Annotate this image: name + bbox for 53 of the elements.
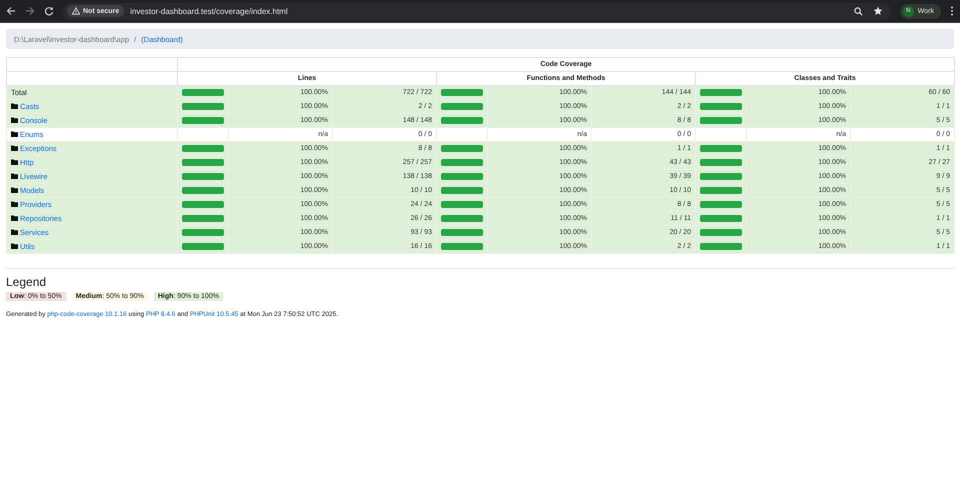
coverage-bar — [700, 145, 742, 152]
coverage-bar — [700, 215, 742, 222]
coverage-bar — [182, 159, 224, 166]
coverage-bar — [700, 187, 742, 194]
warning-icon — [72, 7, 80, 15]
coverage-bar — [441, 173, 483, 180]
coverage-bar — [441, 229, 483, 236]
coverage-bar — [182, 243, 224, 250]
folder-icon — [11, 187, 18, 194]
coverage-bar — [700, 117, 742, 124]
star-icon[interactable] — [872, 6, 883, 16]
folder-icon — [11, 103, 18, 110]
coverage-bar — [182, 215, 224, 222]
coverage-bar — [182, 173, 224, 180]
zoom-icon[interactable] — [854, 6, 863, 16]
folder-icon — [11, 201, 18, 208]
folder-icon — [11, 243, 18, 250]
coverage-bar — [441, 159, 483, 166]
coverage-bar — [441, 243, 483, 250]
coverage-bar — [182, 145, 224, 152]
folder-icon — [11, 215, 18, 222]
coverage-bar — [441, 187, 483, 194]
coverage-bar — [182, 117, 224, 124]
menu-icon[interactable] — [950, 6, 954, 16]
url-text: investor-dashboard.test/coverage/index.html — [130, 6, 289, 16]
coverage-bar — [441, 89, 483, 96]
folder-icon — [11, 131, 18, 138]
coverage-bar — [441, 215, 483, 222]
coverage-bar — [182, 89, 224, 96]
coverage-bar — [441, 117, 483, 124]
folder-icon — [11, 229, 18, 236]
legend-heading: Legend — [6, 275, 48, 289]
folder-icon — [11, 117, 18, 124]
reload-icon[interactable] — [44, 6, 54, 16]
forward-icon[interactable] — [25, 6, 35, 16]
coverage-bar — [441, 201, 483, 208]
back-icon[interactable] — [6, 6, 16, 16]
folder-icon — [11, 145, 18, 152]
coverage-bar — [700, 173, 742, 180]
coverage-bar — [700, 201, 742, 208]
coverage-bar — [182, 201, 224, 208]
coverage-bar — [700, 89, 742, 96]
coverage-bar — [700, 103, 742, 110]
folder-icon — [11, 173, 18, 180]
coverage-bar — [441, 145, 483, 152]
coverage-bar — [700, 229, 742, 236]
coverage-bar — [182, 103, 224, 110]
coverage-bar — [700, 159, 742, 166]
coverage-bar — [182, 187, 224, 194]
coverage-bar — [700, 243, 742, 250]
coverage-bar — [182, 229, 224, 236]
folder-icon — [11, 159, 18, 166]
coverage-bar — [441, 103, 483, 110]
